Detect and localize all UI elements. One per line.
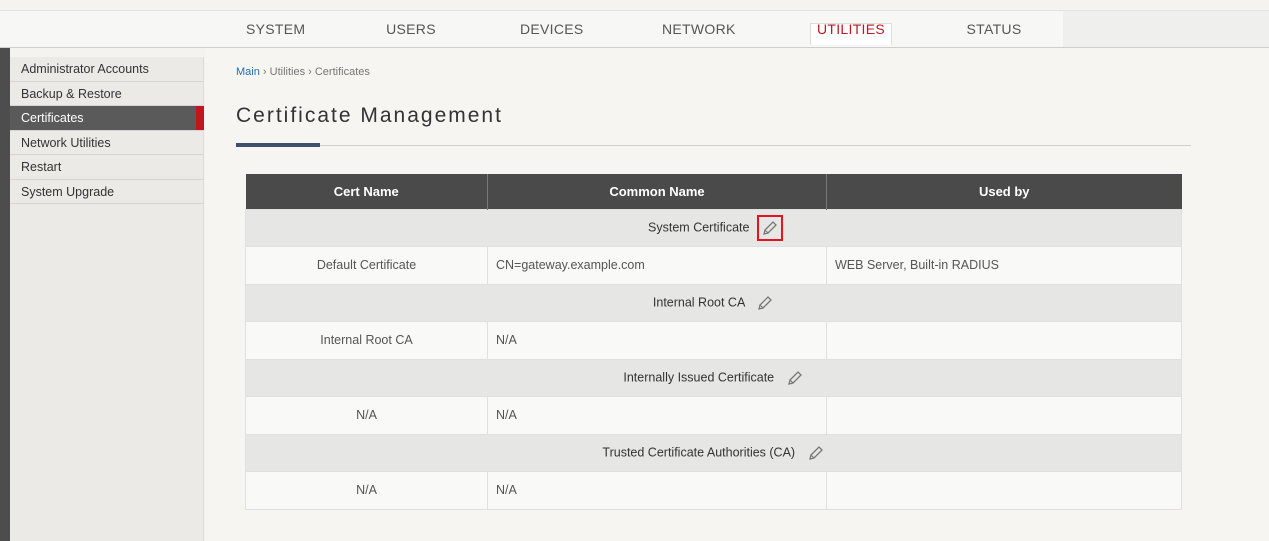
cell-common-name: N/A (487, 470, 827, 510)
table-row: Internal Root CA N/A (245, 320, 1182, 360)
page-title: Certificate Management (236, 104, 503, 127)
cell-common-name: N/A (487, 320, 827, 360)
breadcrumb-certificates: Certificates (314, 66, 370, 78)
sidebar-item-system-upgrade[interactable]: System Upgrade (10, 180, 203, 204)
section-title: Trusted Certificate Authorities (CA) (602, 444, 796, 459)
pencil-icon[interactable] (786, 369, 804, 387)
sidebar-item-administrator-accounts[interactable]: Administrator Accounts (10, 57, 203, 82)
section-title: System Certificate (648, 219, 750, 234)
section-row-system-certificate: System Certificate (245, 208, 1182, 247)
section-title: Internal Root CA (652, 294, 745, 309)
cell-cert-name: Default Certificate (245, 245, 488, 285)
pencil-icon[interactable] (756, 214, 783, 241)
cell-used-by (826, 395, 1182, 435)
cell-cert-name: Internal Root CA (245, 320, 488, 360)
table-header-row: Cert Name Common Name Used by (245, 174, 1182, 209)
section-row-trusted-certificate-authorities: Trusted Certificate Authorities (CA) (245, 433, 1182, 472)
cell-used-by (826, 470, 1182, 510)
breadcrumb-utilities[interactable]: Utilities (270, 66, 305, 78)
nav-tab-utilities[interactable]: UTILITIES (811, 11, 891, 48)
sidebar-item-backup-restore[interactable]: Backup & Restore (10, 82, 203, 106)
column-header-common-name: Common Name (487, 174, 827, 209)
nav-tab-status[interactable]: STATUS (966, 11, 1022, 48)
section-cell: Internal Root CA (245, 283, 1182, 322)
breadcrumb-separator: › (305, 66, 315, 78)
certificates-table: Cert Name Common Name Used by System Cer… (245, 174, 1182, 510)
section-cell: Internally Issued Certificate (245, 358, 1182, 397)
breadcrumb: Main › Utilities › Certificates (236, 66, 370, 78)
left-edge-stripe (0, 48, 10, 541)
column-header-cert-name: Cert Name (245, 174, 488, 209)
cell-common-name: CN=gateway.example.com (487, 245, 827, 285)
sidebar-item-restart[interactable]: Restart (10, 155, 203, 180)
section-row-internally-issued-certificate: Internally Issued Certificate (245, 358, 1182, 397)
nav-right-area (1063, 10, 1269, 48)
section-cell: System Certificate (245, 208, 1182, 247)
section-title: Internally Issued Certificate (623, 369, 775, 384)
cell-used-by: WEB Server, Built-in RADIUS (826, 245, 1182, 285)
section-cell: Trusted Certificate Authorities (CA) (245, 433, 1182, 472)
nav-tab-devices[interactable]: DEVICES (520, 11, 583, 48)
cell-cert-name: N/A (245, 470, 488, 510)
cell-used-by (826, 320, 1182, 360)
title-accent-bar (236, 143, 320, 147)
breadcrumb-separator: › (259, 66, 270, 78)
table-row: N/A N/A (245, 470, 1182, 510)
cell-common-name: N/A (487, 395, 827, 435)
pencil-icon[interactable] (807, 444, 825, 462)
breadcrumb-main-link[interactable]: Main (236, 66, 260, 78)
nav-tab-users[interactable]: USERS (386, 11, 436, 48)
pencil-icon[interactable] (756, 294, 774, 312)
table-row: N/A N/A (245, 395, 1182, 435)
nav-tab-network[interactable]: NETWORK (662, 11, 735, 48)
sidebar: Administrator Accounts Backup & Restore … (10, 57, 204, 541)
table-row: Default Certificate CN=gateway.example.c… (245, 245, 1182, 285)
cell-cert-name: N/A (245, 395, 488, 435)
section-row-internal-root-ca: Internal Root CA (245, 283, 1182, 322)
column-header-used-by: Used by (826, 174, 1182, 209)
title-divider (236, 145, 1191, 146)
nav-tab-system[interactable]: SYSTEM (246, 11, 305, 48)
sidebar-item-certificates[interactable]: Certificates (10, 106, 204, 131)
sidebar-item-network-utilities[interactable]: Network Utilities (10, 131, 203, 155)
